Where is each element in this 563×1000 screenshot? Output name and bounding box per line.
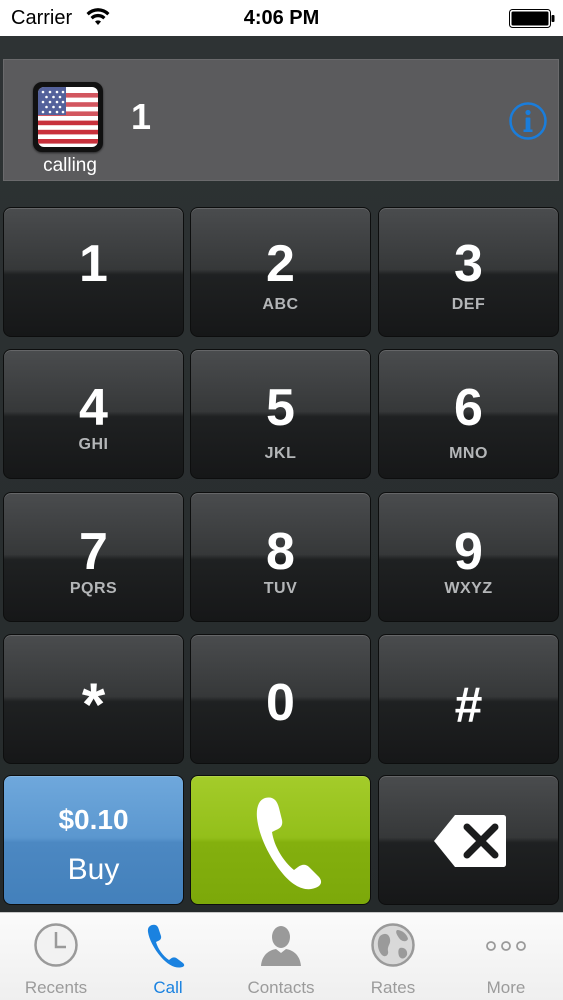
key-digit: 9 (454, 523, 483, 581)
globe-icon (371, 923, 415, 967)
tab-label: Recents (24, 978, 88, 997)
key-1[interactable]: 1 (3, 207, 184, 337)
key-digit: 8 (266, 523, 295, 581)
battery-icon (509, 9, 555, 28)
key-2[interactable]: 2 ABC (190, 207, 371, 337)
info-icon[interactable] (508, 101, 548, 141)
backspace-icon (434, 815, 506, 867)
status-bar: Carrier 4:06 PM (0, 0, 563, 36)
tab-bar: Recents Call Contacts Rates More (0, 912, 563, 1000)
clock-icon (34, 923, 78, 967)
key-4[interactable]: 4 GHI (3, 349, 184, 479)
key-letters: TUV (263, 580, 298, 597)
key-letters: DEF (451, 296, 486, 313)
country-selector-button[interactable] (33, 82, 103, 152)
phone-icon (256, 797, 322, 890)
person-icon (261, 926, 301, 966)
key-8[interactable]: 8 TUV (190, 492, 371, 622)
key-3[interactable]: 3 DEF (378, 207, 559, 337)
key-digit: # (454, 677, 483, 733)
clock-time: 4:06 PM (243, 7, 320, 29)
key-letters: JKL (264, 445, 297, 462)
key-digit: 7 (79, 523, 108, 581)
tab-recents[interactable]: Recents (0, 913, 112, 1000)
buy-label: Buy (67, 853, 120, 886)
more-dots-icon (486, 941, 526, 951)
key-digit: 2 (266, 235, 295, 293)
key-5[interactable]: 5 JKL (190, 349, 371, 479)
dialed-number: 1 (131, 96, 152, 137)
key-digit: 6 (454, 379, 483, 437)
key-digit: 0 (266, 674, 295, 732)
tab-call[interactable]: Call (112, 913, 224, 1000)
call-button[interactable] (190, 775, 371, 905)
key-star[interactable]: * (3, 634, 184, 764)
tab-rates[interactable]: Rates (337, 913, 449, 1000)
tab-label: More (486, 978, 526, 997)
tab-more[interactable]: More (450, 913, 562, 1000)
call-status-label: calling (43, 155, 97, 176)
key-letters: ABC (262, 296, 299, 313)
tab-label: Rates (370, 978, 416, 997)
key-letters: PQRS (69, 580, 118, 597)
key-digit: 3 (454, 235, 483, 293)
key-digit: 1 (79, 235, 108, 293)
tab-label: Contacts (247, 978, 315, 997)
tab-contacts[interactable]: Contacts (225, 913, 337, 1000)
buy-credit-button[interactable]: $0.10 Buy (3, 775, 184, 905)
key-digit: 4 (79, 379, 108, 437)
key-digit: 5 (266, 379, 295, 437)
key-0[interactable]: 0 (190, 634, 371, 764)
call-rate-price: $0.10 (58, 804, 129, 835)
tab-label: Call (153, 978, 183, 997)
phone-icon (147, 924, 185, 968)
key-letters: MNO (449, 445, 488, 462)
key-digit: * (81, 671, 106, 738)
dial-display: calling 1 (3, 59, 559, 181)
key-9[interactable]: 9 WXYZ (378, 492, 559, 622)
key-hash[interactable]: # (378, 634, 559, 764)
us-flag-icon (38, 87, 98, 147)
key-6[interactable]: 6 MNO (378, 349, 559, 479)
key-7[interactable]: 7 PQRS (3, 492, 184, 622)
key-letters: WXYZ (444, 580, 493, 597)
backspace-button[interactable] (378, 775, 559, 905)
key-letters: GHI (78, 436, 109, 453)
